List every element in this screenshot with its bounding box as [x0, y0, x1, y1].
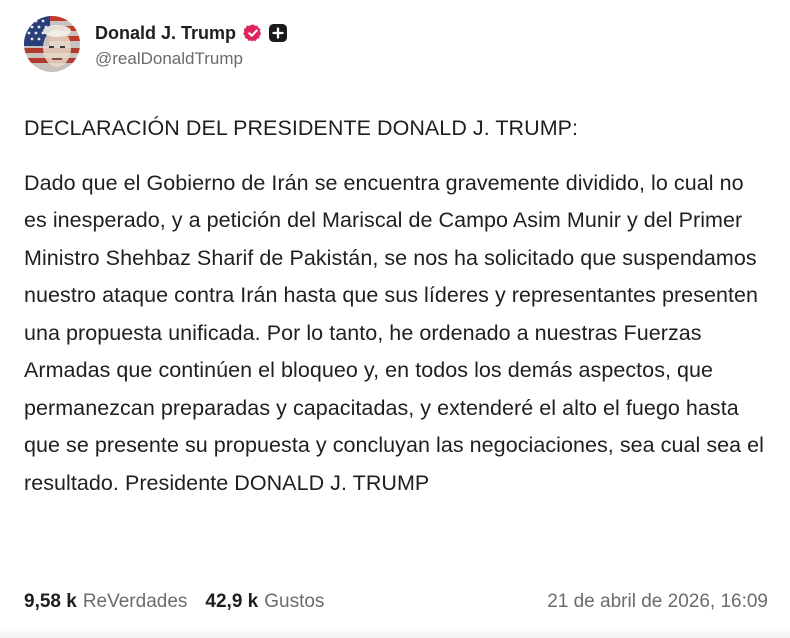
verified-badge-icon	[243, 24, 262, 42]
author-handle[interactable]: @realDonaldTrump	[95, 49, 287, 69]
plus-badge-icon	[269, 24, 288, 42]
post-footer: 9,58 k ReVerdades 42,9 k Gustos 21 de ab…	[24, 588, 768, 616]
author-display-name[interactable]: Donald J. Trump	[95, 23, 236, 44]
likes-label: Gustos	[264, 591, 325, 612]
reposts-count: 9,58 k	[24, 591, 77, 612]
post-body: Dado que el Gobierno de Irán se encuentr…	[24, 170, 764, 495]
post-title: DECLARACIÓN DEL PRESIDENTE DONALD J. TRU…	[24, 116, 579, 140]
avatar[interactable]	[24, 16, 80, 72]
reposts-stat[interactable]: 9,58 k ReVerdades	[24, 591, 187, 613]
reposts-label: ReVerdades	[82, 591, 188, 612]
bottom-divider	[0, 628, 790, 638]
likes-count: 42,9 k	[205, 591, 259, 612]
post-timestamp[interactable]: 21 de abril de 2026, 16:09	[547, 591, 768, 613]
likes-stat[interactable]: 42,9 k Gustos	[205, 591, 324, 613]
post-header: Donald J. Trump @realDonaldTrump	[24, 16, 288, 72]
post-content: DECLARACIÓN DEL PRESIDENTE DONALD J. TRU…	[24, 110, 769, 502]
flag-portrait-avatar-icon	[24, 16, 80, 72]
